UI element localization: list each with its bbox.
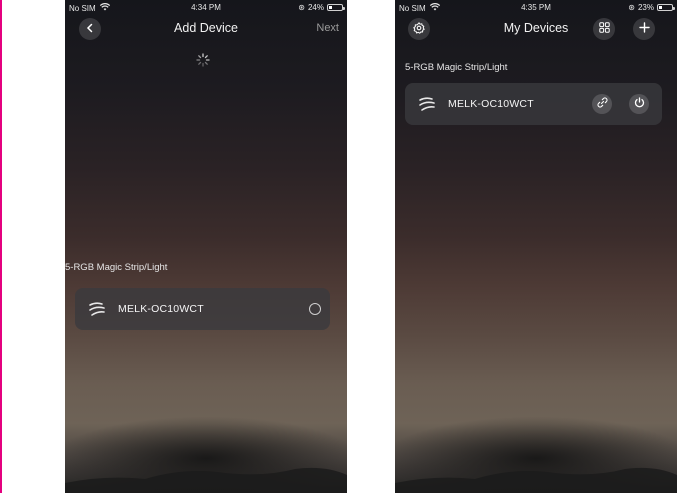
- nav-bar: My Devices: [395, 17, 677, 41]
- link-button[interactable]: [592, 94, 612, 114]
- loading-spinner-icon: [196, 53, 210, 67]
- device-type-label: 5-RGB Magic Strip/Light: [65, 262, 168, 273]
- status-bar: No SIM 4:35 PM ⊛ 23%: [399, 3, 675, 15]
- battery-percent: 23%: [637, 3, 654, 12]
- light-strip-icon: [417, 96, 437, 112]
- power-button[interactable]: [629, 94, 649, 114]
- device-list-item[interactable]: MELK-OC10WCT: [75, 288, 330, 330]
- device-list-item[interactable]: MELK-OC10WCT: [405, 83, 662, 125]
- page-title: Add Device: [174, 21, 238, 35]
- mountain-silhouette: [65, 453, 347, 493]
- power-icon: [634, 95, 645, 113]
- battery-icon: [327, 4, 345, 11]
- device-name: MELK-OC10WCT: [118, 303, 204, 315]
- next-button[interactable]: Next: [316, 22, 339, 34]
- edge-divider: [0, 0, 2, 493]
- add-device-button[interactable]: [633, 18, 655, 40]
- mountain-silhouette: [395, 453, 677, 493]
- plus-icon: [638, 22, 650, 36]
- device-name: MELK-OC10WCT: [448, 98, 534, 110]
- battery-icon: [657, 4, 675, 11]
- device-type-label: 5-RGB Magic Strip/Light: [405, 62, 508, 73]
- orientation-lock-icon: ⊛: [628, 3, 635, 12]
- add-device-screen: No SIM 4:34 PM ⊛ 24% Add Device Next 5-R…: [65, 0, 347, 493]
- grid-view-button[interactable]: [593, 18, 615, 40]
- light-strip-icon: [87, 301, 107, 317]
- battery-percent: 24%: [307, 3, 324, 12]
- status-bar: No SIM 4:34 PM ⊛ 24%: [69, 3, 345, 15]
- orientation-lock-icon: ⊛: [298, 3, 305, 12]
- grid-icon: [598, 22, 610, 36]
- radio-unselected-icon[interactable]: [309, 303, 321, 315]
- nav-bar: Add Device Next: [65, 17, 347, 41]
- screenshot-canvas: No SIM 4:34 PM ⊛ 24% Add Device Next 5-R…: [0, 0, 678, 493]
- link-icon: [597, 95, 608, 113]
- my-devices-screen: No SIM 4:35 PM ⊛ 23% My Devices 5-RGB Ma…: [395, 0, 677, 493]
